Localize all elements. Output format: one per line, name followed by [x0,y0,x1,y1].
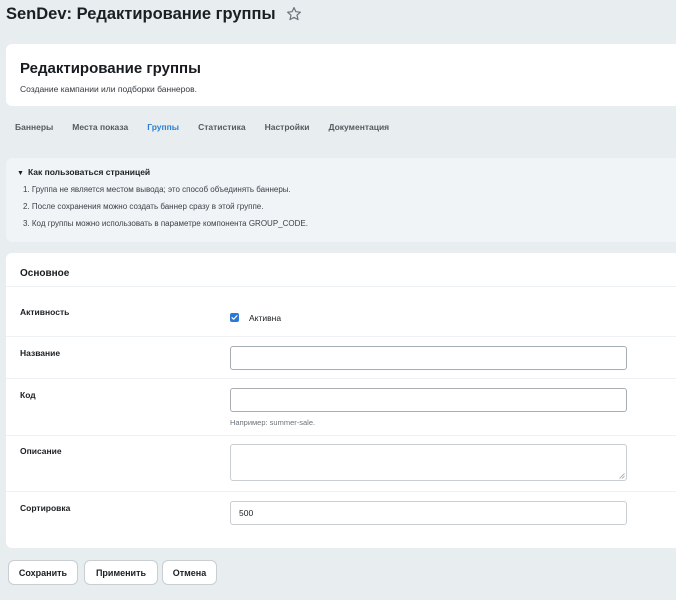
page-title: SenDev: Редактирование группы [6,4,276,23]
header-card: Редактирование группы Создание кампании … [6,44,676,106]
tab-groups[interactable]: Группы [147,122,179,138]
divider [6,336,676,337]
howto-summary[interactable]: ▼ Как пользоваться страницей [17,167,150,177]
description-textarea[interactable] [230,444,627,481]
howto-item: 3. Код группы можно использовать в парам… [23,219,308,228]
tab-documentation[interactable]: Документация [328,122,389,138]
howto-panel: ▼ Как пользоваться страницей 1. Группа не… [6,158,676,242]
howto-summary-label: Как пользоваться страницей [27,167,151,177]
save-button[interactable]: Сохранить [8,560,78,585]
divider [6,286,676,287]
tab-bar: Баннеры Места показа Группы Статистика Н… [15,122,408,138]
divider [6,491,676,492]
section-title: Основное [20,268,70,279]
description-label: Описание [20,446,62,456]
form-card: Основное Активность Активна Название Код… [6,253,676,548]
divider [6,378,676,379]
howto-item: 2. После сохранения можно создать баннер… [23,202,264,211]
star-icon[interactable] [286,6,302,22]
page-title-bar: SenDev: Редактирование группы [6,2,302,26]
check-icon [231,315,238,320]
code-hint: Например: summer-sale. [230,418,316,427]
howto-list: 1. Группа не является местом вывода; это… [23,185,308,236]
tab-placements[interactable]: Места показа [72,122,128,138]
active-label: Активность [20,307,70,317]
triangle-down-icon: ▼ [17,170,24,177]
sort-input[interactable] [230,501,627,525]
active-checkbox[interactable] [230,313,239,322]
header-title: Редактирование группы [20,60,201,77]
sort-label: Сортировка [20,503,71,513]
tab-settings[interactable]: Настройки [265,122,310,138]
code-label: Код [20,390,36,400]
tab-banners[interactable]: Баннеры [15,122,53,138]
tab-statistics[interactable]: Статистика [198,122,246,138]
header-subtitle: Создание кампании или подборки баннеров. [20,84,197,94]
name-input[interactable] [230,346,627,370]
divider [6,435,676,436]
resize-grip-icon[interactable] [619,473,625,479]
apply-button[interactable]: Применить [84,560,158,585]
howto-item: 1. Группа не является местом вывода; это… [23,185,291,194]
name-label: Название [20,348,61,358]
cancel-button[interactable]: Отмена [162,560,217,585]
code-input[interactable] [230,388,627,412]
active-checkbox-label[interactable]: Активна [249,313,281,323]
